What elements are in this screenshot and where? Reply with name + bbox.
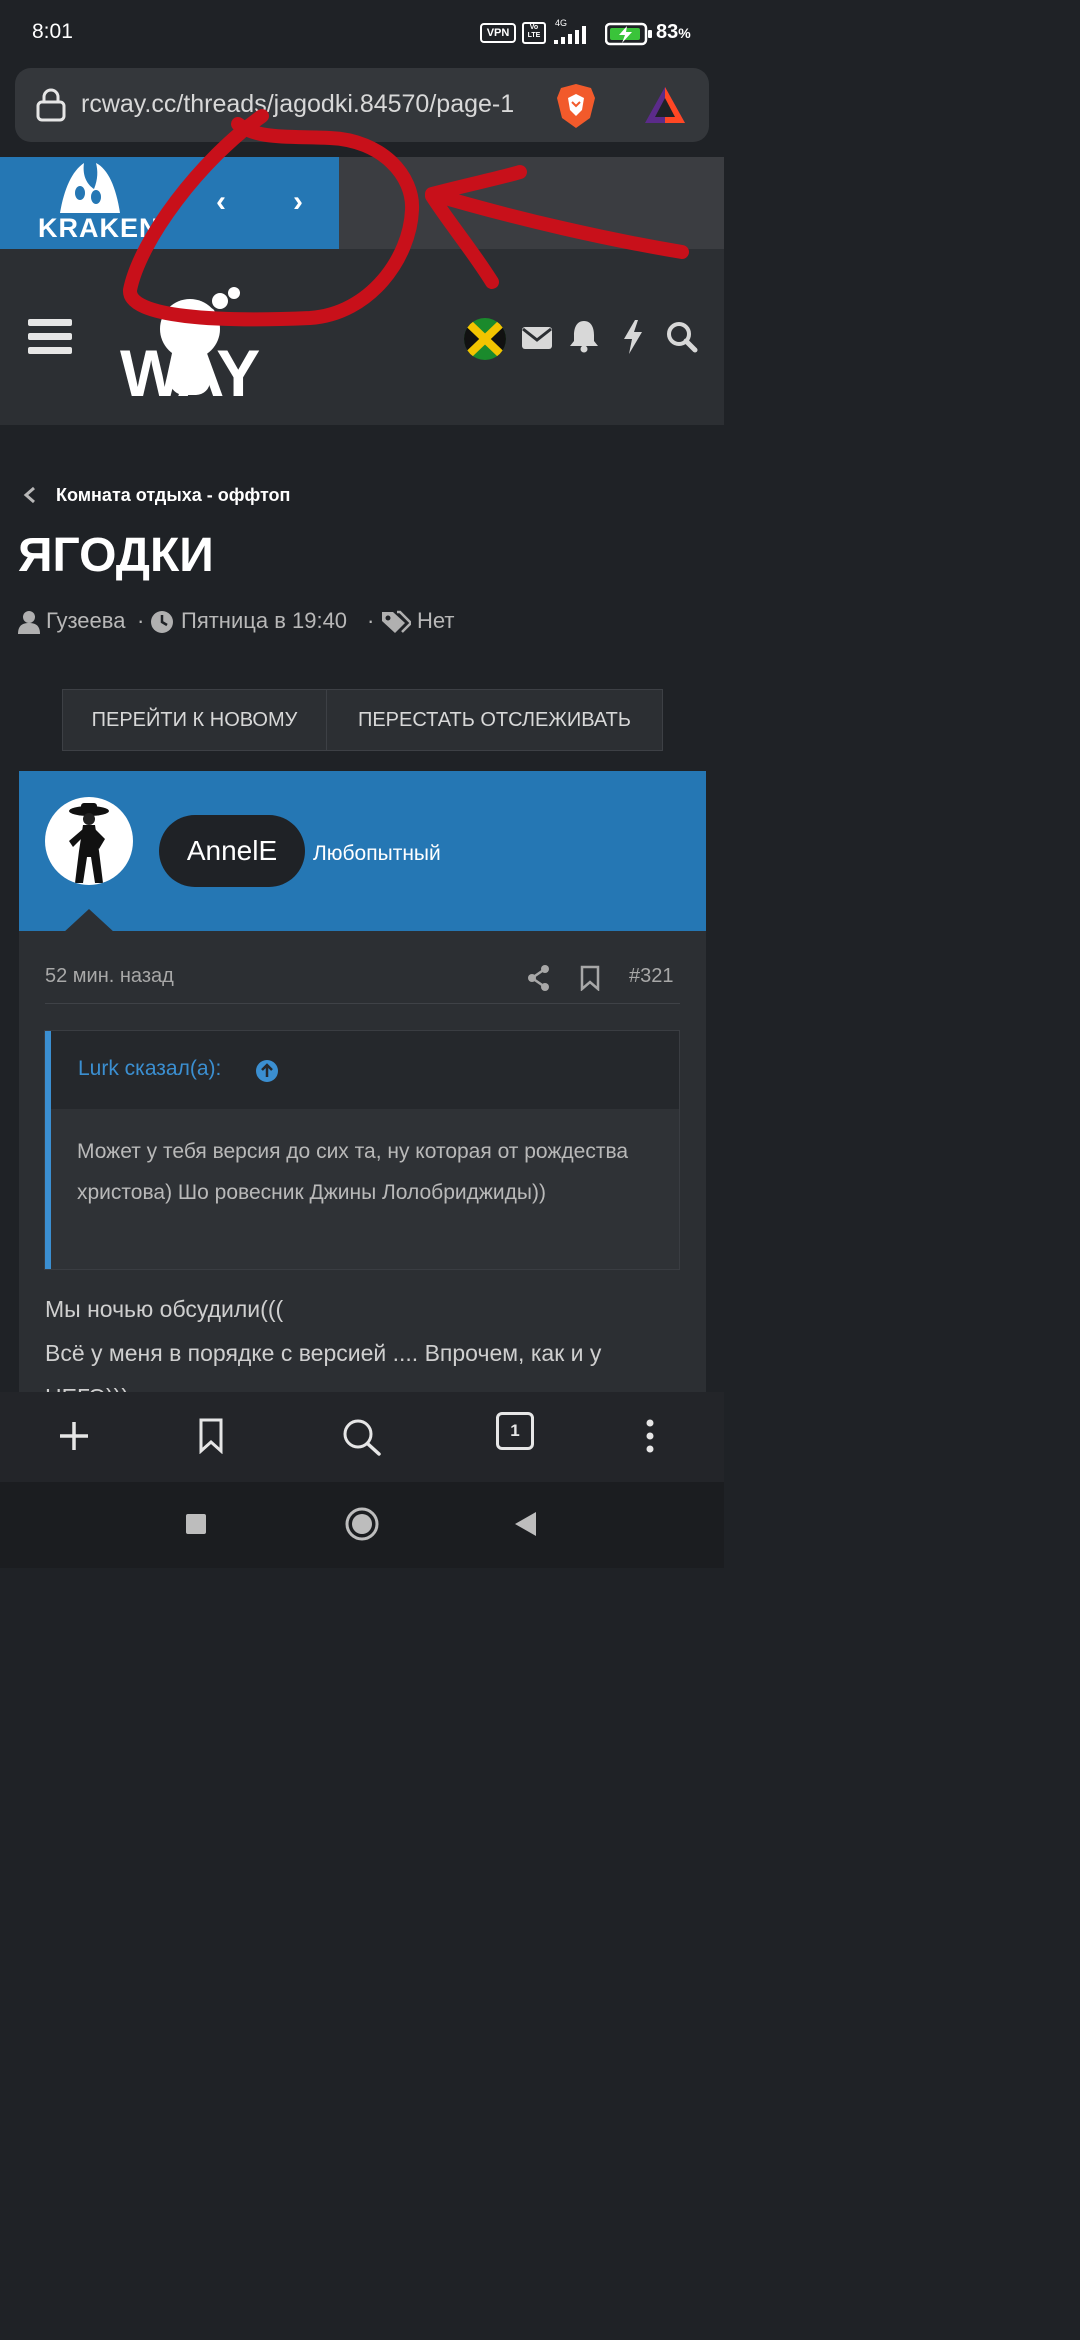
post-body: 52 мин. назад #321 Lurk сказал(а): Может… [19,931,706,1410]
recents-square-icon[interactable] [184,1512,208,1536]
vpn-badge: VPN [480,23,516,43]
breadcrumb[interactable]: Комната отдыха - оффтоп [56,485,290,506]
home-circle-icon[interactable] [344,1506,380,1542]
thread-date[interactable]: Пятница в 19:40 [181,608,347,634]
quote-block: Lurk сказал(а): Может у тебя версия до с… [44,1030,680,1270]
search-icon[interactable] [666,321,698,353]
post-time[interactable]: 52 мин. назад [45,965,174,988]
meta-separator: · [367,608,375,633]
arrow-up-circle-icon[interactable] [255,1059,279,1083]
search-icon[interactable] [342,1418,382,1456]
post-line: Мы ночью обсудили((( [45,1296,284,1322]
back-triangle-icon[interactable] [512,1510,538,1538]
battery-charging-icon [605,22,652,46]
ad-banner[interactable]: KRAKEN ‹ › [0,157,724,249]
avatar[interactable] [45,797,133,885]
thread-author[interactable]: Гузеева [46,608,125,634]
bookmark-icon[interactable] [580,965,600,991]
quote-author[interactable]: Lurk сказал(а): [78,1057,221,1081]
meta-separator: · [137,608,145,633]
thread-tags[interactable]: Нет [417,608,454,634]
signal-icon [554,26,586,44]
user-icon [18,611,40,634]
ad-prev-arrow[interactable]: ‹ [216,185,226,219]
menu-icon[interactable] [28,317,72,357]
battery-percent: 83% [656,21,691,43]
status-bar: 8:01 VPN Vo LTE 4G 83% [0,0,724,66]
bookmark-icon[interactable] [198,1418,224,1454]
unwatch-button[interactable]: ПЕРЕСТАТЬ ОТСЛЕЖИВАТЬ [326,689,663,751]
site-header: WAY [0,249,724,425]
quote-content: Может у тебя версия до сих та, ну котора… [51,1109,679,1269]
clock-icon [151,611,173,633]
post-line: Всё у меня в порядке с версией .... Впро… [45,1340,602,1366]
chevron-left-icon[interactable] [22,486,38,504]
new-tab-plus-icon[interactable] [58,1420,90,1452]
tabs-button[interactable]: 1 [496,1412,534,1450]
notifications-bell-icon[interactable] [569,319,599,353]
kraken-logo-icon [60,163,120,213]
post-user-header: AnnelE Любопытный [19,771,706,933]
divider [45,1003,680,1004]
volte-badge: Vo LTE [522,22,546,44]
brave-shields-icon[interactable] [555,82,597,130]
whats-new-bolt-icon[interactable] [621,319,645,355]
browser-toolbar: 1 [0,1392,724,1482]
ad-brand: KRAKEN [38,213,160,243]
user-title: Любопытный [313,842,441,865]
address-bar[interactable]: rcway.cc/threads/jagodki.84570/page-1 [15,68,709,142]
ad-banner-slide[interactable]: KRAKEN ‹ › [0,157,339,249]
page-title: ЯГОДКИ [18,529,214,582]
share-icon[interactable] [527,965,551,991]
tags-icon [382,610,411,633]
messages-icon[interactable] [521,325,553,351]
site-logo[interactable]: WAY [118,269,260,410]
system-nav-bar [0,1482,724,1568]
more-menu-icon[interactable] [644,1418,656,1454]
lock-icon[interactable] [35,88,67,122]
brave-rewards-icon[interactable] [642,84,688,126]
post-pointer [63,909,115,933]
post-number[interactable]: #321 [629,965,674,988]
quote-text: Может у тебя версия до сих та, ну котора… [77,1140,629,1204]
avatar-image [69,803,109,883]
url-text[interactable]: rcway.cc/threads/jagodki.84570/page-1 [81,90,514,119]
username[interactable]: AnnelE [159,815,305,887]
user-avatar-flag[interactable] [462,317,508,361]
status-time: 8:01 [32,20,73,43]
ad-next-arrow[interactable]: › [293,185,303,219]
logo-text: WAY [120,336,260,410]
go-to-new-button[interactable]: ПЕРЕЙТИ К НОВОМУ [62,689,327,751]
